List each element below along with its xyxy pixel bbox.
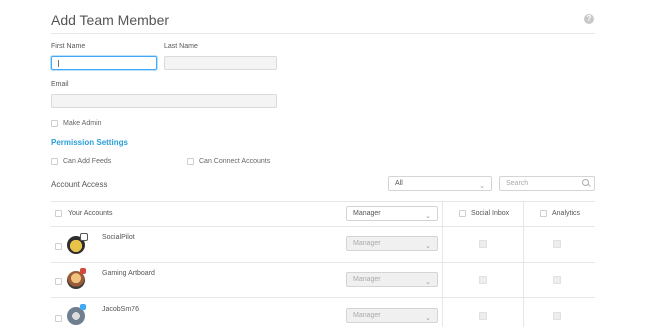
text-caret [58,60,59,67]
can-connect-accounts-label: Can Connect Accounts [199,158,271,165]
social-inbox-header: Social Inbox [471,210,510,217]
bulk-role-select[interactable]: Manager ⌄ [346,206,438,221]
row-role-select[interactable]: Manager ⌄ [346,272,438,287]
select-all-accounts-checkbox[interactable] [55,210,62,217]
last-name-input[interactable] [164,56,277,70]
divider [51,33,595,34]
filter-select-value: All [395,180,403,187]
row-role-value: Manager [353,276,381,283]
analytics-checkbox[interactable] [553,240,561,248]
permission-settings-heading: Permission Settings [51,138,128,147]
search-input[interactable]: Search [499,176,595,191]
row-role-select[interactable]: Manager ⌄ [346,236,438,251]
analytics-header: Analytics [552,210,581,217]
can-add-feeds-label: Can Add Feeds [63,158,112,165]
bulk-role-value: Manager [353,210,381,217]
can-add-feeds-checkbox[interactable] [51,158,58,165]
make-admin-label: Make Admin [63,120,102,127]
row-divider [51,226,595,227]
first-name-label: First Name [51,43,86,50]
row-role-select[interactable]: Manager ⌄ [346,308,438,323]
filter-select[interactable]: All ⌄ [388,176,492,191]
platform-badge-icon [80,233,88,241]
email-input[interactable] [51,94,277,108]
platform-badge-icon [80,268,86,274]
column-divider [442,202,443,327]
page-title: Add Team Member [51,12,170,28]
account-name: SocialPilot [102,234,135,241]
row-checkbox[interactable] [55,243,62,250]
social-inbox-checkbox[interactable] [479,312,487,320]
your-accounts-header: Your Accounts [68,210,113,217]
social-inbox-checkbox[interactable] [479,240,487,248]
row-divider [51,262,595,263]
chevron-down-icon: ⌄ [479,183,485,190]
account-name: JacobSm76 [102,306,139,313]
row-role-value: Manager [353,240,381,247]
last-name-label: Last Name [164,43,198,50]
row-role-value: Manager [353,312,381,319]
can-connect-accounts-checkbox[interactable] [187,158,194,165]
account-name: Gaming Artboard [102,270,155,277]
social-inbox-all-checkbox[interactable] [459,210,466,217]
table-top-divider [51,201,595,202]
chevron-down-icon: ⌄ [425,279,431,286]
email-label: Email [51,81,69,88]
row-checkbox[interactable] [55,315,62,322]
search-icon [582,179,589,186]
analytics-checkbox[interactable] [553,312,561,320]
account-access-heading: Account Access [51,180,108,189]
chevron-down-icon: ⌄ [425,213,431,220]
chevron-down-icon: ⌄ [425,315,431,322]
column-divider [523,202,524,327]
social-inbox-checkbox[interactable] [479,276,487,284]
row-divider [51,297,595,298]
first-name-input[interactable] [51,56,157,70]
chevron-down-icon: ⌄ [425,243,431,250]
twitter-badge-icon [80,304,86,310]
help-icon[interactable]: ? [584,14,594,24]
make-admin-checkbox[interactable] [51,120,58,127]
analytics-all-checkbox[interactable] [540,210,547,217]
analytics-checkbox[interactable] [553,276,561,284]
row-checkbox[interactable] [55,278,62,285]
search-placeholder: Search [506,180,529,187]
